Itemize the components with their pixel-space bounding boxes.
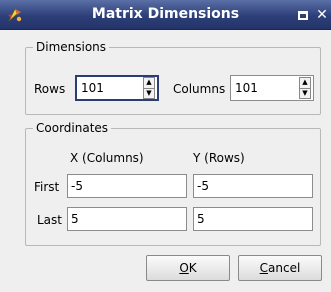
last-label: Last <box>37 213 62 227</box>
close-icon[interactable]: ✕ <box>313 6 331 24</box>
columns-value[interactable]: 101 <box>231 81 299 95</box>
columns-spinbox[interactable]: 101 ▲ ▼ <box>230 75 314 101</box>
rows-value[interactable]: 101 <box>77 81 143 95</box>
matrix-dimensions-dialog: Matrix Dimensions ✕ Dimensions Rows 101 … <box>0 0 331 292</box>
cancel-mnemonic: C <box>259 261 269 275</box>
maximize-icon[interactable] <box>294 6 312 24</box>
first-y-field[interactable]: -5 <box>193 174 313 198</box>
columns-down-arrow-icon[interactable]: ▼ <box>300 87 310 99</box>
rows-stepper[interactable]: ▲ ▼ <box>143 77 155 99</box>
rows-spinbox[interactable]: 101 ▲ ▼ <box>75 75 159 101</box>
rows-down-arrow-icon[interactable]: ▼ <box>144 87 154 99</box>
title-bar[interactable]: Matrix Dimensions ✕ <box>0 0 331 30</box>
columns-label: Columns <box>173 82 226 96</box>
x-columns-header: X (Columns) <box>70 151 144 165</box>
dimensions-group-title: Dimensions <box>33 40 110 54</box>
ok-button[interactable]: OK <box>146 255 230 281</box>
cancel-label-rest: ancel <box>268 261 301 275</box>
columns-stepper[interactable]: ▲ ▼ <box>299 77 311 99</box>
last-y-field[interactable]: 5 <box>193 207 313 231</box>
rows-label: Rows <box>34 82 66 96</box>
coordinates-group-title: Coordinates <box>33 121 112 135</box>
columns-up-arrow-icon[interactable]: ▲ <box>300 78 310 88</box>
cancel-button[interactable]: Cancel <box>238 255 322 281</box>
rows-up-arrow-icon[interactable]: ▲ <box>144 78 154 88</box>
first-label: First <box>34 180 60 194</box>
window-title: Matrix Dimensions <box>91 6 240 22</box>
last-x-field[interactable]: 5 <box>67 207 187 231</box>
y-rows-header: Y (Rows) <box>193 151 245 165</box>
ok-mnemonic: O <box>179 261 189 275</box>
first-x-field[interactable]: -5 <box>67 174 187 198</box>
ok-label-rest: K <box>188 261 197 275</box>
